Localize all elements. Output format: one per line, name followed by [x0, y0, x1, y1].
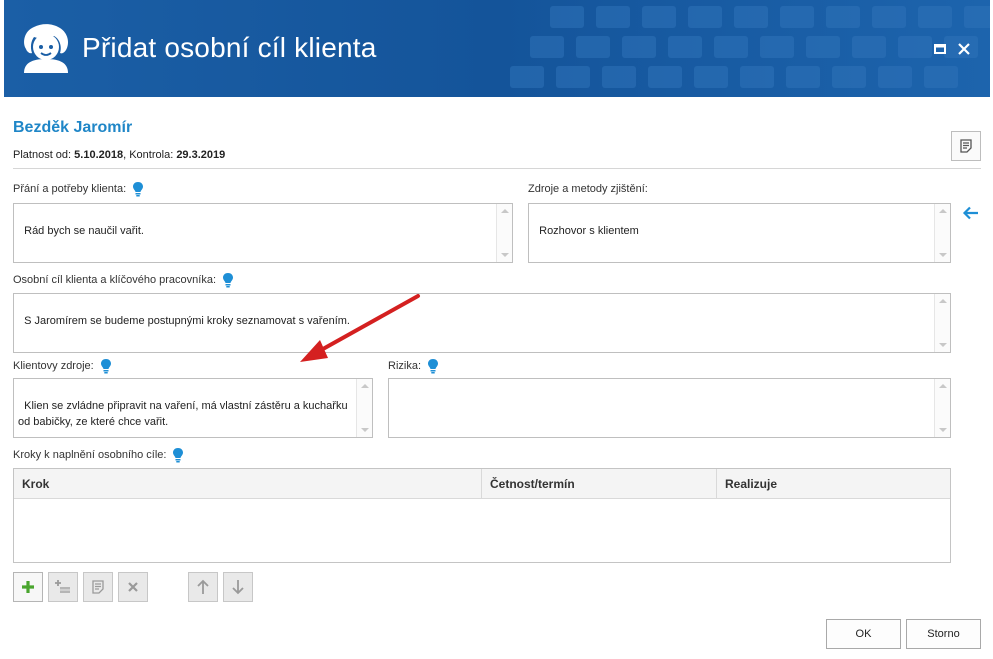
window-titlebar: Přidat osobní cíl klienta [4, 0, 990, 97]
annotation-arrow [300, 294, 420, 362]
header-divider [13, 168, 981, 169]
edit-note-icon [92, 580, 104, 594]
arrow-up-icon [197, 579, 209, 594]
client-resources-text: Klien se zvládne připravit na vaření, má… [18, 400, 351, 428]
sources-methods-field[interactable]: Rozhovor s klientem [528, 203, 951, 263]
titlebar-decoration [510, 6, 990, 88]
back-arrow-icon[interactable] [962, 205, 980, 221]
close-icon[interactable] [955, 40, 973, 58]
client-resources-label: Klientovy zdroje: [13, 360, 94, 372]
delete-step-button[interactable] [118, 572, 148, 602]
cancel-button[interactable]: Storno [906, 619, 981, 649]
client-resources-field[interactable]: Klien se zvládne připravit na vaření, má… [13, 378, 373, 438]
goal-label-row: Osobní cíl klienta a klíčového pracovník… [13, 272, 234, 288]
validity-label: Platnost od: [13, 149, 72, 161]
sources-methods-text: Rozhovor s klientem [539, 225, 639, 237]
wishes-field[interactable]: Rád bych se naučil vařit. [13, 203, 513, 263]
steps-label-row: Kroky k naplnění osobního cíle: [13, 447, 184, 463]
validity-info: Platnost od: 5.10.2018, Kontrola: 29.3.2… [13, 149, 225, 161]
wishes-text: Rád bych se naučil vařit. [24, 225, 144, 237]
delete-icon [128, 582, 138, 592]
sources-scrollbar[interactable] [934, 204, 950, 262]
risks-scrollbar[interactable] [934, 379, 950, 437]
hint-bulb-icon[interactable] [172, 447, 184, 463]
steps-grid[interactable]: Krok Četnost/termín Realizuje [13, 468, 951, 563]
validity-value: 5.10.2018 [74, 149, 124, 161]
sources-label-row: Zdroje a metody zjištění: [528, 183, 648, 195]
column-header-realizer[interactable]: Realizuje [717, 469, 950, 498]
plus-icon [22, 581, 34, 593]
window-title: Přidat osobní cíl klienta [82, 32, 377, 63]
goal-field[interactable]: S Jaromírem se budeme postupnými kroky s… [13, 293, 951, 353]
resources-label-row: Klientovy zdroje: [13, 358, 112, 374]
client-name: Bezděk Jaromír [13, 119, 133, 136]
hint-bulb-icon[interactable] [132, 181, 144, 197]
add-step-button[interactable] [13, 572, 43, 602]
insert-row-icon [55, 580, 70, 593]
resources-scrollbar[interactable] [356, 379, 372, 437]
steps-label: Kroky k naplnění osobního cíle: [13, 449, 167, 461]
sources-methods-label: Zdroje a metody zjištění: [528, 183, 648, 195]
steps-grid-header: Krok Četnost/termín Realizuje [14, 469, 950, 499]
column-header-frequency[interactable]: Četnost/termín [482, 469, 717, 498]
maximize-icon[interactable] [931, 40, 949, 58]
note-icon [960, 139, 972, 153]
move-down-button[interactable] [223, 572, 253, 602]
hint-bulb-icon[interactable] [222, 272, 234, 288]
hint-bulb-icon[interactable] [427, 358, 439, 374]
control-value: 29.3.2019 [176, 149, 226, 161]
insert-step-button[interactable] [48, 572, 78, 602]
move-up-button[interactable] [188, 572, 218, 602]
note-button[interactable] [951, 131, 981, 161]
validity-separator: , [123, 149, 127, 161]
ok-button[interactable]: OK [826, 619, 901, 649]
column-header-step[interactable]: Krok [14, 469, 482, 498]
hint-bulb-icon[interactable] [100, 358, 112, 374]
control-label: Kontrola: [129, 149, 174, 161]
wishes-label-row: Přání a potřeby klienta: [13, 181, 144, 197]
wishes-label: Přání a potřeby klienta: [13, 183, 127, 195]
arrow-down-icon [232, 580, 244, 595]
wishes-scrollbar[interactable] [496, 204, 512, 262]
goal-label: Osobní cíl klienta a klíčového pracovník… [13, 274, 216, 286]
edit-step-button[interactable] [83, 572, 113, 602]
risks-field[interactable] [388, 378, 951, 438]
client-face-logo-icon [24, 24, 68, 73]
goal-scrollbar[interactable] [934, 294, 950, 352]
